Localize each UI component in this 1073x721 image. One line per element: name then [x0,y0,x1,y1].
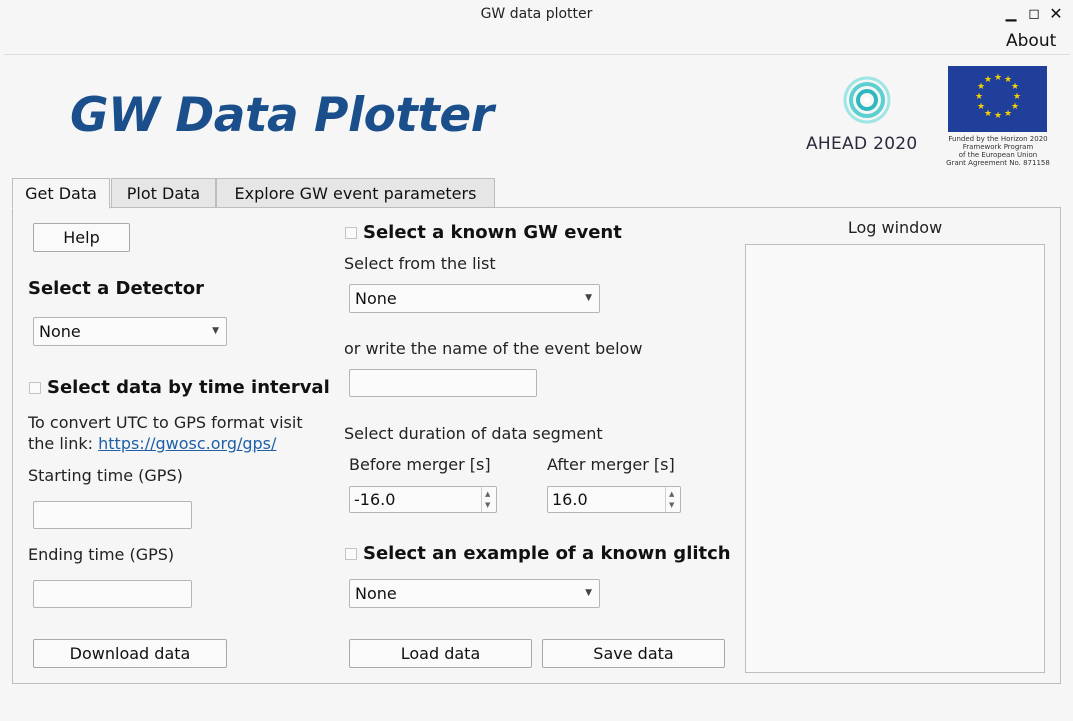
before-merger-spinbox[interactable]: -16.0 ▲ ▼ [349,486,497,513]
log-window[interactable] [745,244,1045,673]
event-name-input[interactable] [349,369,537,397]
convert-utc-text: To convert UTC to GPS format visit [28,413,303,432]
select-list-label: Select from the list [344,254,496,273]
help-button[interactable]: Help [33,223,130,252]
tab-explore-gw-event-parameters[interactable]: Explore GW event parameters [216,178,495,208]
glitch-select-value: None [355,584,397,603]
svg-text:★: ★ [984,109,992,119]
glitch-select[interactable]: None ▼ [349,579,600,608]
after-merger-value: 16.0 [552,490,588,509]
gps-link-prefix: the link: [28,434,99,453]
about-menu[interactable]: About [1006,31,1056,51]
time-interval-heading: Select data by time interval [47,377,330,398]
log-window-title: Log window [847,218,943,237]
chevron-down-icon: ▼ [212,326,219,336]
end-time-input[interactable] [33,580,192,608]
glitch-checkbox[interactable] [345,548,357,560]
gw-event-select-value: None [355,289,397,308]
svg-text:★: ★ [1011,102,1019,112]
window-title: GW data plotter [480,6,593,22]
gw-event-checkbox[interactable] [345,227,357,239]
svg-text:★: ★ [994,73,1002,83]
glitch-heading: Select an example of a known glitch [363,543,731,564]
spin-down-icon[interactable]: ▼ [669,501,674,509]
spin-up-icon[interactable]: ▲ [485,490,490,498]
svg-text:★: ★ [1004,109,1012,119]
before-merger-value: -16.0 [354,490,396,509]
svg-text:★: ★ [994,111,1002,121]
gw-event-select[interactable]: None ▼ [349,284,600,313]
start-time-input[interactable] [33,501,192,529]
gw-event-heading: Select a known GW event [363,222,622,243]
end-time-label: Ending time (GPS) [28,545,175,564]
tab-plot-data[interactable]: Plot Data [111,178,216,208]
load-data-button[interactable]: Load data [349,639,532,668]
detector-heading: Select a Detector [28,278,204,299]
save-data-button[interactable]: Save data [542,639,725,668]
svg-text:★: ★ [977,102,985,112]
chevron-down-icon: ▼ [585,293,592,303]
ahead-swirl-icon [843,76,891,124]
spin-down-icon[interactable]: ▼ [485,501,490,509]
detector-select-value: None [39,322,81,341]
start-time-label: Starting time (GPS) [28,466,183,485]
ahead-logo-text: AHEAD 2020 [806,134,918,154]
write-event-name-label: or write the name of the event below [344,339,643,358]
chevron-down-icon: ▼ [585,588,592,598]
time-interval-checkbox[interactable] [29,382,41,394]
spin-buttons: ▲ ▼ [665,487,680,512]
eu-stars-icon: ★ ★★ ★★★ ★★★ ★★★ [975,73,1021,121]
svg-text:★: ★ [1013,92,1021,102]
svg-text:★: ★ [984,75,992,85]
before-merger-label: Before merger [s] [349,455,491,474]
detector-select[interactable]: None ▼ [33,317,227,346]
svg-text:★: ★ [975,92,983,102]
spin-up-icon[interactable]: ▲ [669,490,674,498]
eu-funding-text: Funded by the Horizon 2020 Framework Pro… [946,135,1050,167]
download-data-button[interactable]: Download data [33,639,227,668]
app-title: GW Data Plotter [70,88,494,143]
menubar-divider [4,54,1070,55]
after-merger-spinbox[interactable]: 16.0 ▲ ▼ [547,486,681,513]
duration-label: Select duration of data segment [344,424,603,443]
maximize-icon[interactable]: ◻ [1026,6,1042,22]
close-icon[interactable]: ✕ [1048,6,1064,22]
tab-get-data[interactable]: Get Data [12,178,110,209]
svg-text:★: ★ [1011,82,1019,92]
gps-link[interactable]: https://gwosc.org/gps/ [98,434,276,453]
spin-buttons: ▲ ▼ [481,487,496,512]
after-merger-label: After merger [s] [547,455,675,474]
gps-link-line: the link: https://gwosc.org/gps/ [28,434,276,453]
eu-flag-logo: ★ ★ ★ ★ ★ ★ ★ ★ ★ ★ ★ ★ [948,66,1047,132]
minimize-icon[interactable]: ▁ [1003,6,1019,22]
